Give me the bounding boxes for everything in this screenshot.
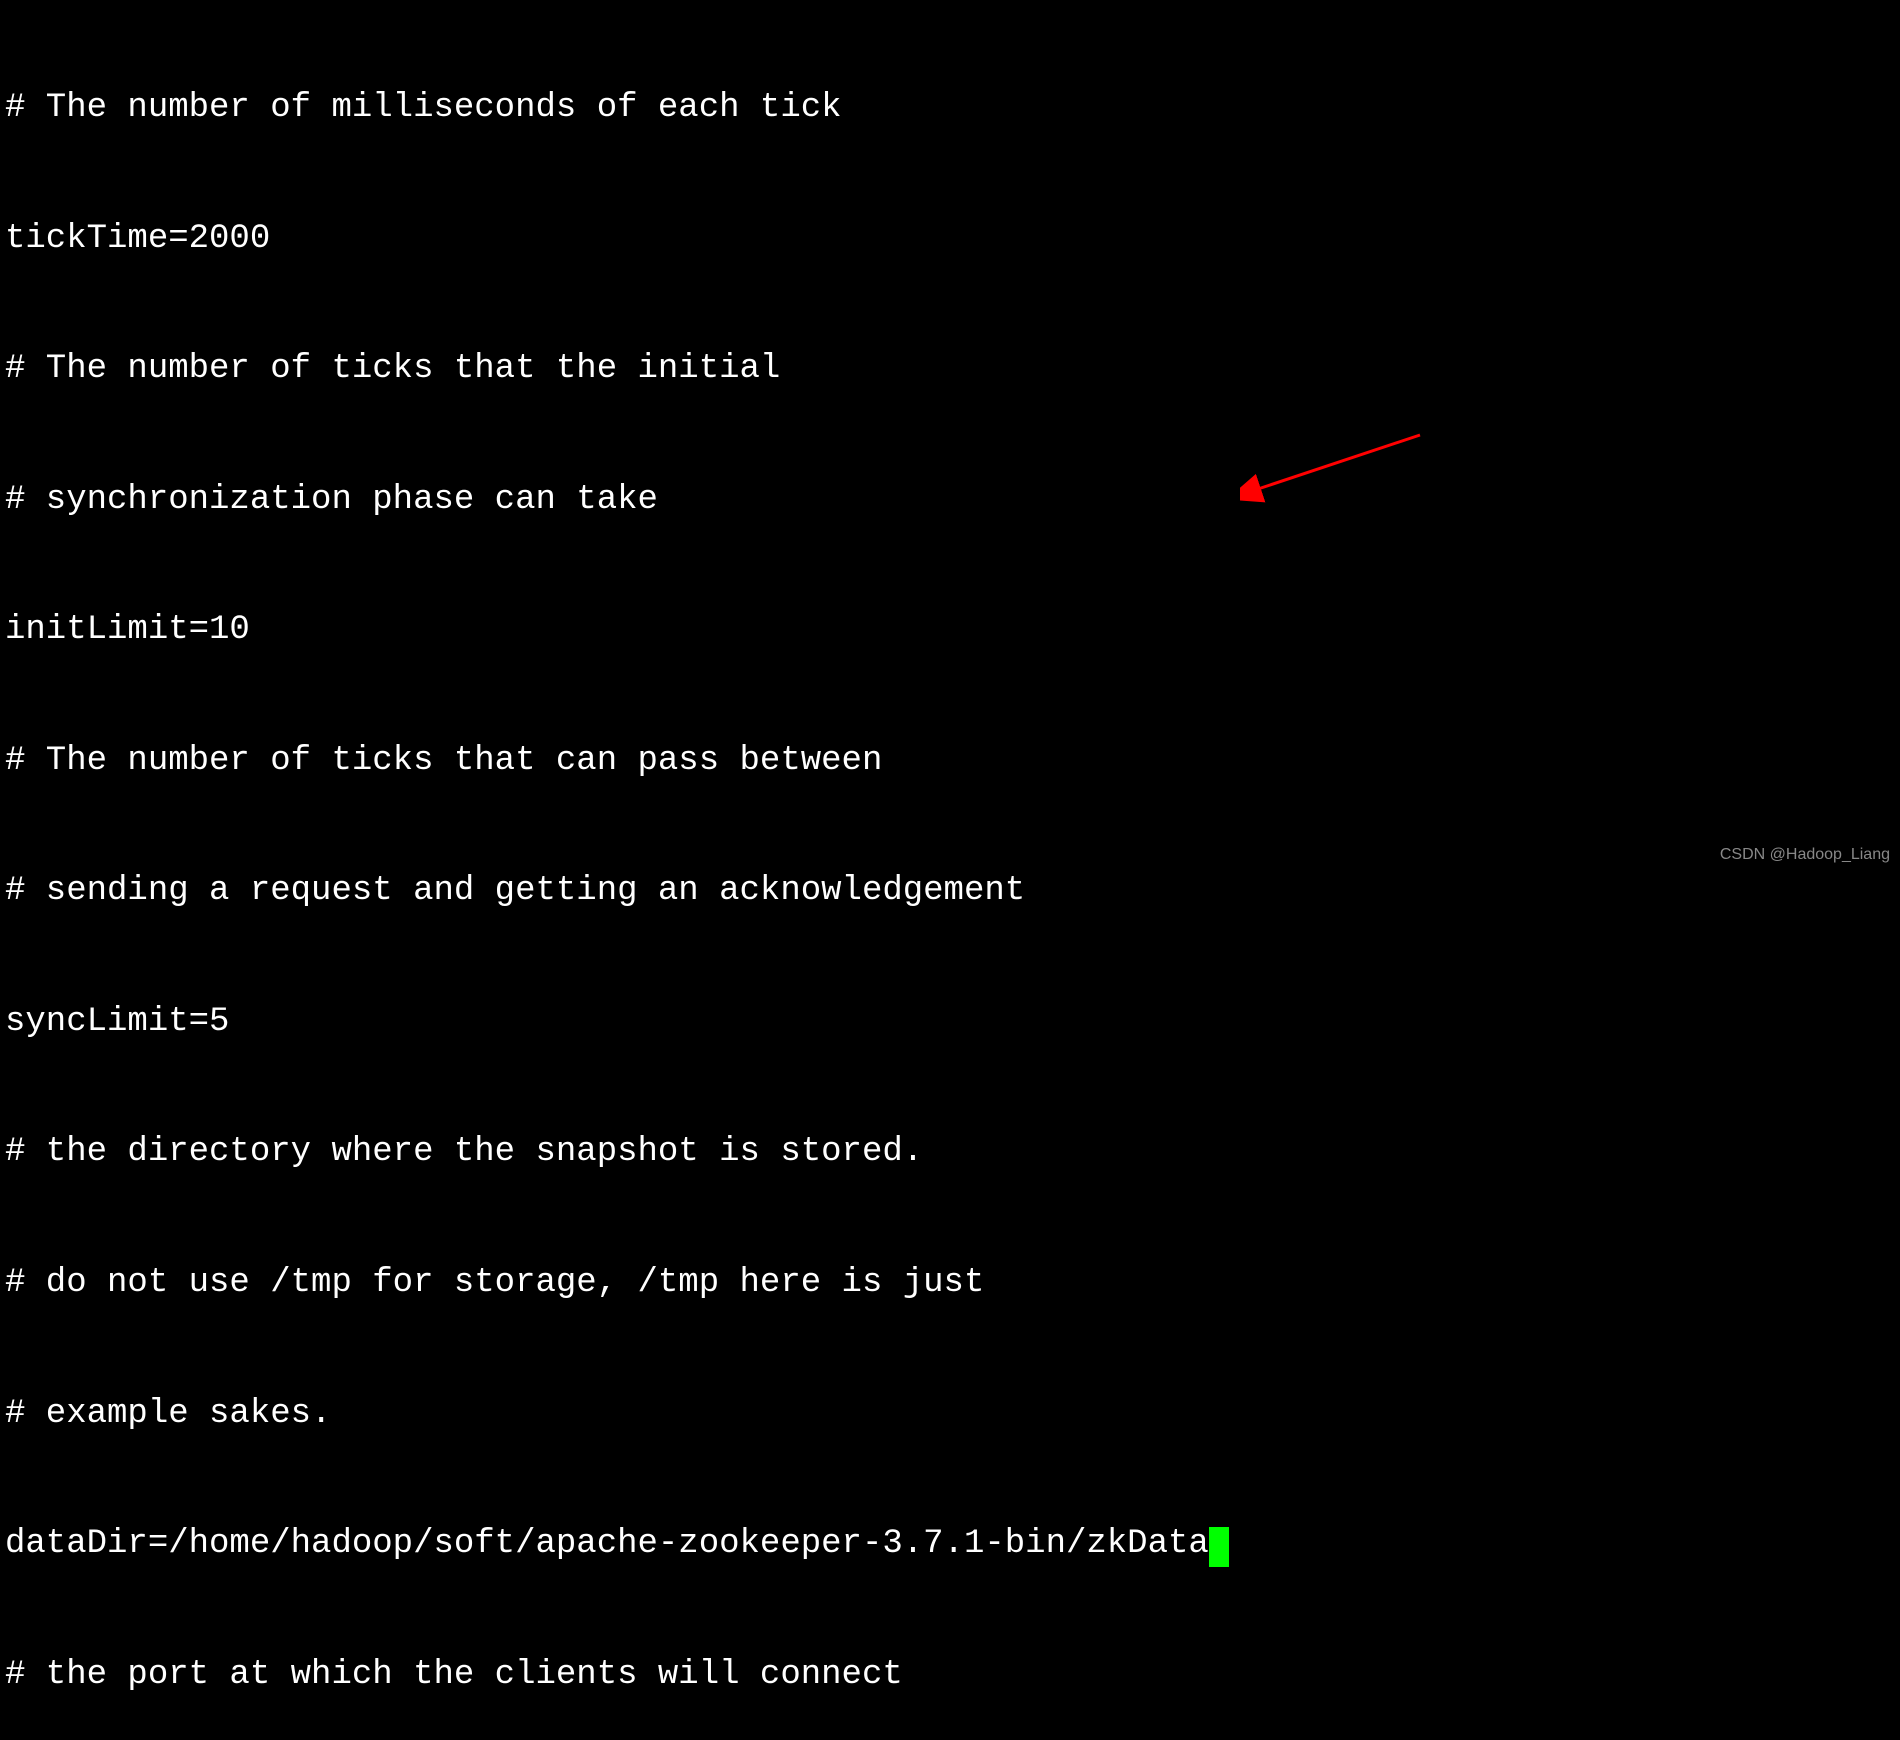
config-line: syncLimit=5 (5, 1001, 1900, 1045)
config-line-with-cursor: dataDir=/home/hadoop/soft/apache-zookeep… (5, 1523, 1900, 1567)
config-line: # The number of ticks that the initial (5, 348, 1900, 392)
config-line: # do not use /tmp for storage, /tmp here… (5, 1262, 1900, 1306)
config-line: # the port at which the clients will con… (5, 1654, 1900, 1698)
config-line: # synchronization phase can take (5, 479, 1900, 523)
config-line: # sending a request and getting an ackno… (5, 870, 1900, 914)
config-line: # The number of milliseconds of each tic… (5, 87, 1900, 131)
terminal-editor[interactable]: # The number of milliseconds of each tic… (5, 0, 1900, 1740)
config-line: initLimit=10 (5, 609, 1900, 653)
config-line: # example sakes. (5, 1393, 1900, 1437)
config-line: tickTime=2000 (5, 218, 1900, 262)
watermark-text: CSDN @Hadoop_Liang (1720, 845, 1890, 865)
config-line: # The number of ticks that can pass betw… (5, 740, 1900, 784)
config-line: # the directory where the snapshot is st… (5, 1131, 1900, 1175)
datadir-value: dataDir=/home/hadoop/soft/apache-zookeep… (5, 1525, 1209, 1563)
terminal-cursor (1209, 1527, 1229, 1567)
